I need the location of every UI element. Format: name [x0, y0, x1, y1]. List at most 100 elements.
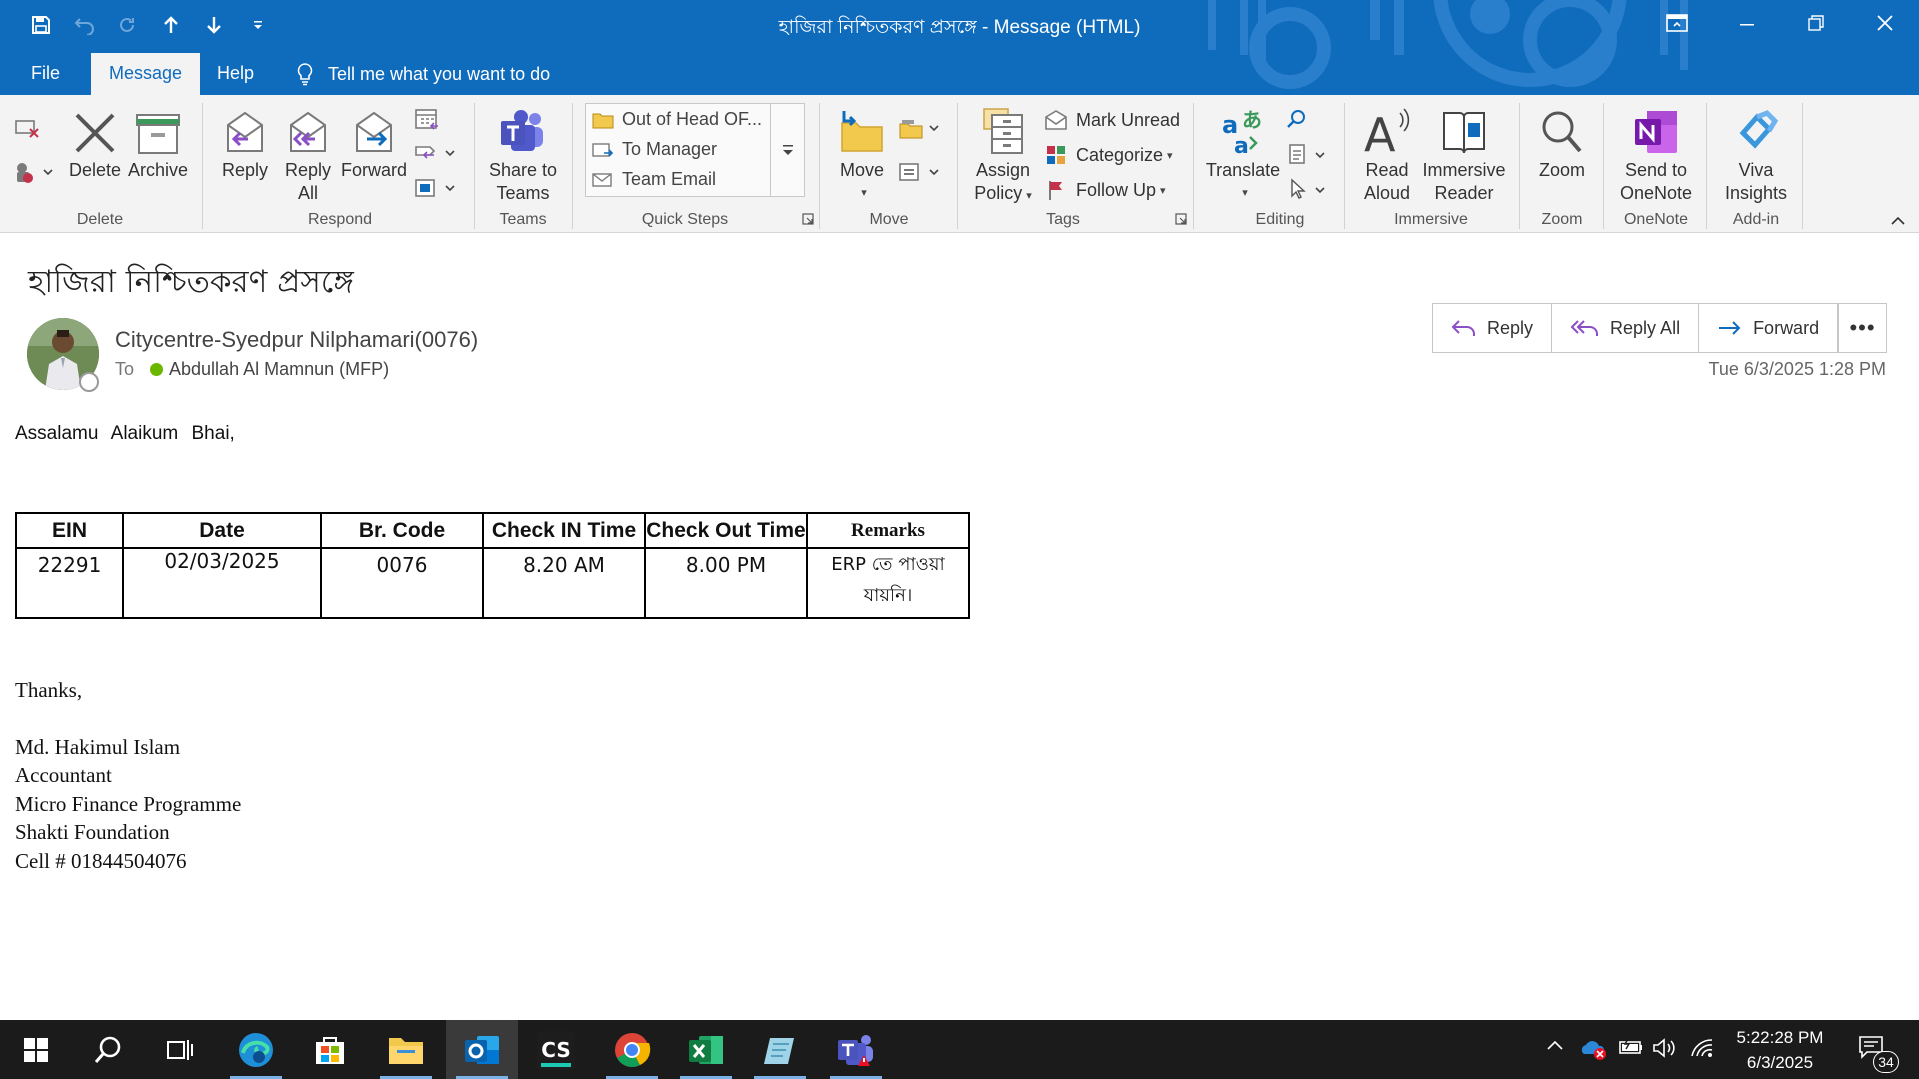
- translate-icon: a あa: [1222, 108, 1262, 155]
- flag-icon: [1049, 181, 1062, 200]
- cs-app-icon: CS: [537, 1030, 575, 1069]
- undo-icon[interactable]: [68, 10, 102, 40]
- mark-unread-button[interactable]: Mark Unread: [1044, 105, 1180, 135]
- forward-button[interactable]: Forward: [1699, 304, 1837, 352]
- ignore-button[interactable]: [14, 113, 40, 143]
- teams-chat-button[interactable]: [414, 173, 458, 203]
- taskbar-store[interactable]: [294, 1020, 366, 1079]
- taskbar-notepad[interactable]: [744, 1020, 816, 1079]
- reply-all-button[interactable]: Reply All: [1552, 304, 1700, 352]
- collapse-ribbon-icon[interactable]: [1890, 213, 1906, 231]
- policy-cabinet-icon: [983, 108, 1023, 154]
- send-to-onenote-button[interactable]: Send to OneNote: [1610, 105, 1702, 205]
- share-to-teams-button[interactable]: Share to Teams: [484, 105, 562, 205]
- archive-icon: [136, 114, 180, 154]
- clean-up-icon: [17, 163, 53, 183]
- follow-up-button[interactable]: Follow Up ▾: [1044, 175, 1166, 205]
- customize-qat-icon[interactable]: [241, 10, 275, 40]
- save-icon[interactable]: [24, 10, 58, 40]
- ribbon-reply-button[interactable]: Reply: [217, 105, 273, 182]
- viva-insights-button[interactable]: Viva Insights: [1716, 105, 1796, 205]
- taskbar-teams[interactable]: [820, 1020, 892, 1079]
- system-clock[interactable]: 5:22:28 PM 6/3/2025: [1720, 1025, 1840, 1075]
- ribbon-reply-all-button[interactable]: Reply All: [278, 105, 338, 205]
- teams-group-label: Teams: [499, 211, 547, 228]
- ribbon-forward-button[interactable]: Forward: [338, 105, 410, 182]
- svg-text:a: a: [1234, 134, 1249, 155]
- outlook-icon: [465, 1035, 499, 1064]
- find-button[interactable]: [1286, 105, 1308, 135]
- excel-icon: [689, 1035, 723, 1064]
- clean-up-button[interactable]: [14, 157, 54, 187]
- notification-count-badge: 34: [1873, 1051, 1899, 1073]
- taskbar-excel[interactable]: [670, 1020, 742, 1079]
- group-separator: [1193, 103, 1194, 229]
- taskbar-edge[interactable]: [220, 1020, 292, 1079]
- volume-icon[interactable]: [1652, 1038, 1678, 1064]
- quick-steps-launcher-icon[interactable]: [802, 213, 814, 228]
- task-view-icon: [167, 1039, 193, 1060]
- categorize-button[interactable]: Categorize ▾: [1044, 140, 1173, 170]
- rules-button[interactable]: [898, 113, 942, 143]
- assign-policy-button[interactable]: Assign Policy ▾: [966, 105, 1040, 208]
- related-button[interactable]: [1286, 140, 1330, 170]
- show-hidden-icons[interactable]: [1546, 1034, 1564, 1057]
- sender-name[interactable]: Citycentre-Syedpur Nilphamari(0076): [115, 327, 478, 353]
- reply-envelope-icon: [227, 111, 263, 152]
- taskbar-cs-app[interactable]: CS: [520, 1020, 592, 1079]
- arrow-down-icon[interactable]: [197, 10, 231, 40]
- cell-date: 02/03/2025: [122, 547, 322, 619]
- wifi-icon[interactable]: [1690, 1038, 1714, 1064]
- onedrive-error-icon[interactable]: [1580, 1038, 1608, 1066]
- move-button[interactable]: Move ▾: [832, 105, 892, 205]
- start-button[interactable]: [0, 1020, 72, 1079]
- header-check-out: Check Out Time: [644, 512, 808, 549]
- quick-step-team-email[interactable]: Team Email: [592, 169, 716, 190]
- tab-file[interactable]: File: [13, 53, 78, 95]
- close-icon[interactable]: [1862, 6, 1908, 40]
- immersive-reader-button[interactable]: Immersive Reader: [1420, 105, 1508, 205]
- translate-button[interactable]: aあa Translate ▾: [1204, 105, 1282, 205]
- read-aloud-button[interactable]: A Read Aloud: [1354, 105, 1420, 205]
- group-separator: [1519, 103, 1520, 229]
- minimize-icon[interactable]: [1724, 6, 1770, 40]
- zoom-button[interactable]: Zoom: [1530, 105, 1594, 182]
- group-separator: [1603, 103, 1604, 229]
- meeting-button[interactable]: [414, 105, 440, 135]
- onenote-move-button[interactable]: [898, 157, 942, 187]
- tell-me-search[interactable]: Tell me what you want to do: [296, 58, 550, 90]
- archive-button[interactable]: Archive: [126, 105, 190, 182]
- delete-button[interactable]: Delete: [66, 105, 124, 182]
- more-actions-button[interactable]: •••: [1838, 303, 1887, 353]
- quick-step-to-manager[interactable]: To Manager: [592, 139, 717, 160]
- task-view-button[interactable]: [144, 1020, 216, 1079]
- quick-step-out-of-head[interactable]: Out of Head OF...: [592, 109, 762, 130]
- taskbar-chrome[interactable]: [596, 1020, 668, 1079]
- taskbar-file-explorer[interactable]: [370, 1020, 442, 1079]
- forward-arrow-icon: [1719, 321, 1741, 335]
- tab-help[interactable]: Help: [199, 53, 272, 95]
- message-actions: Reply Reply All Forward: [1432, 303, 1839, 353]
- reply-button[interactable]: Reply: [1433, 304, 1553, 352]
- more-respond-button[interactable]: [414, 138, 458, 168]
- restore-icon[interactable]: [1793, 6, 1839, 40]
- chat-icon: [415, 179, 455, 197]
- folder-icon: [389, 1037, 423, 1064]
- categorize-icon: [1047, 146, 1065, 164]
- teams-icon: [838, 1034, 873, 1066]
- redo-icon[interactable]: [110, 10, 144, 40]
- tab-message[interactable]: Message: [91, 53, 201, 95]
- ribbon-display-icon[interactable]: [1654, 6, 1700, 40]
- tags-launcher-icon[interactable]: [1175, 213, 1187, 228]
- battery-icon[interactable]: [1618, 1037, 1644, 1063]
- search-button[interactable]: [72, 1020, 144, 1079]
- header-check-in: Check IN Time: [482, 512, 646, 549]
- select-button[interactable]: [1286, 175, 1330, 205]
- recipient-name[interactable]: Abdullah Al Mamnun (MFP): [169, 359, 389, 380]
- teams-icon: [501, 110, 543, 151]
- cell-check-in: 8.20 AM: [482, 547, 646, 619]
- taskbar-outlook[interactable]: [446, 1020, 518, 1079]
- recipients-line: To Abdullah Al Mamnun (MFP): [115, 359, 389, 380]
- arrow-up-icon[interactable]: [154, 10, 188, 40]
- quick-steps-more-icon[interactable]: [770, 104, 804, 196]
